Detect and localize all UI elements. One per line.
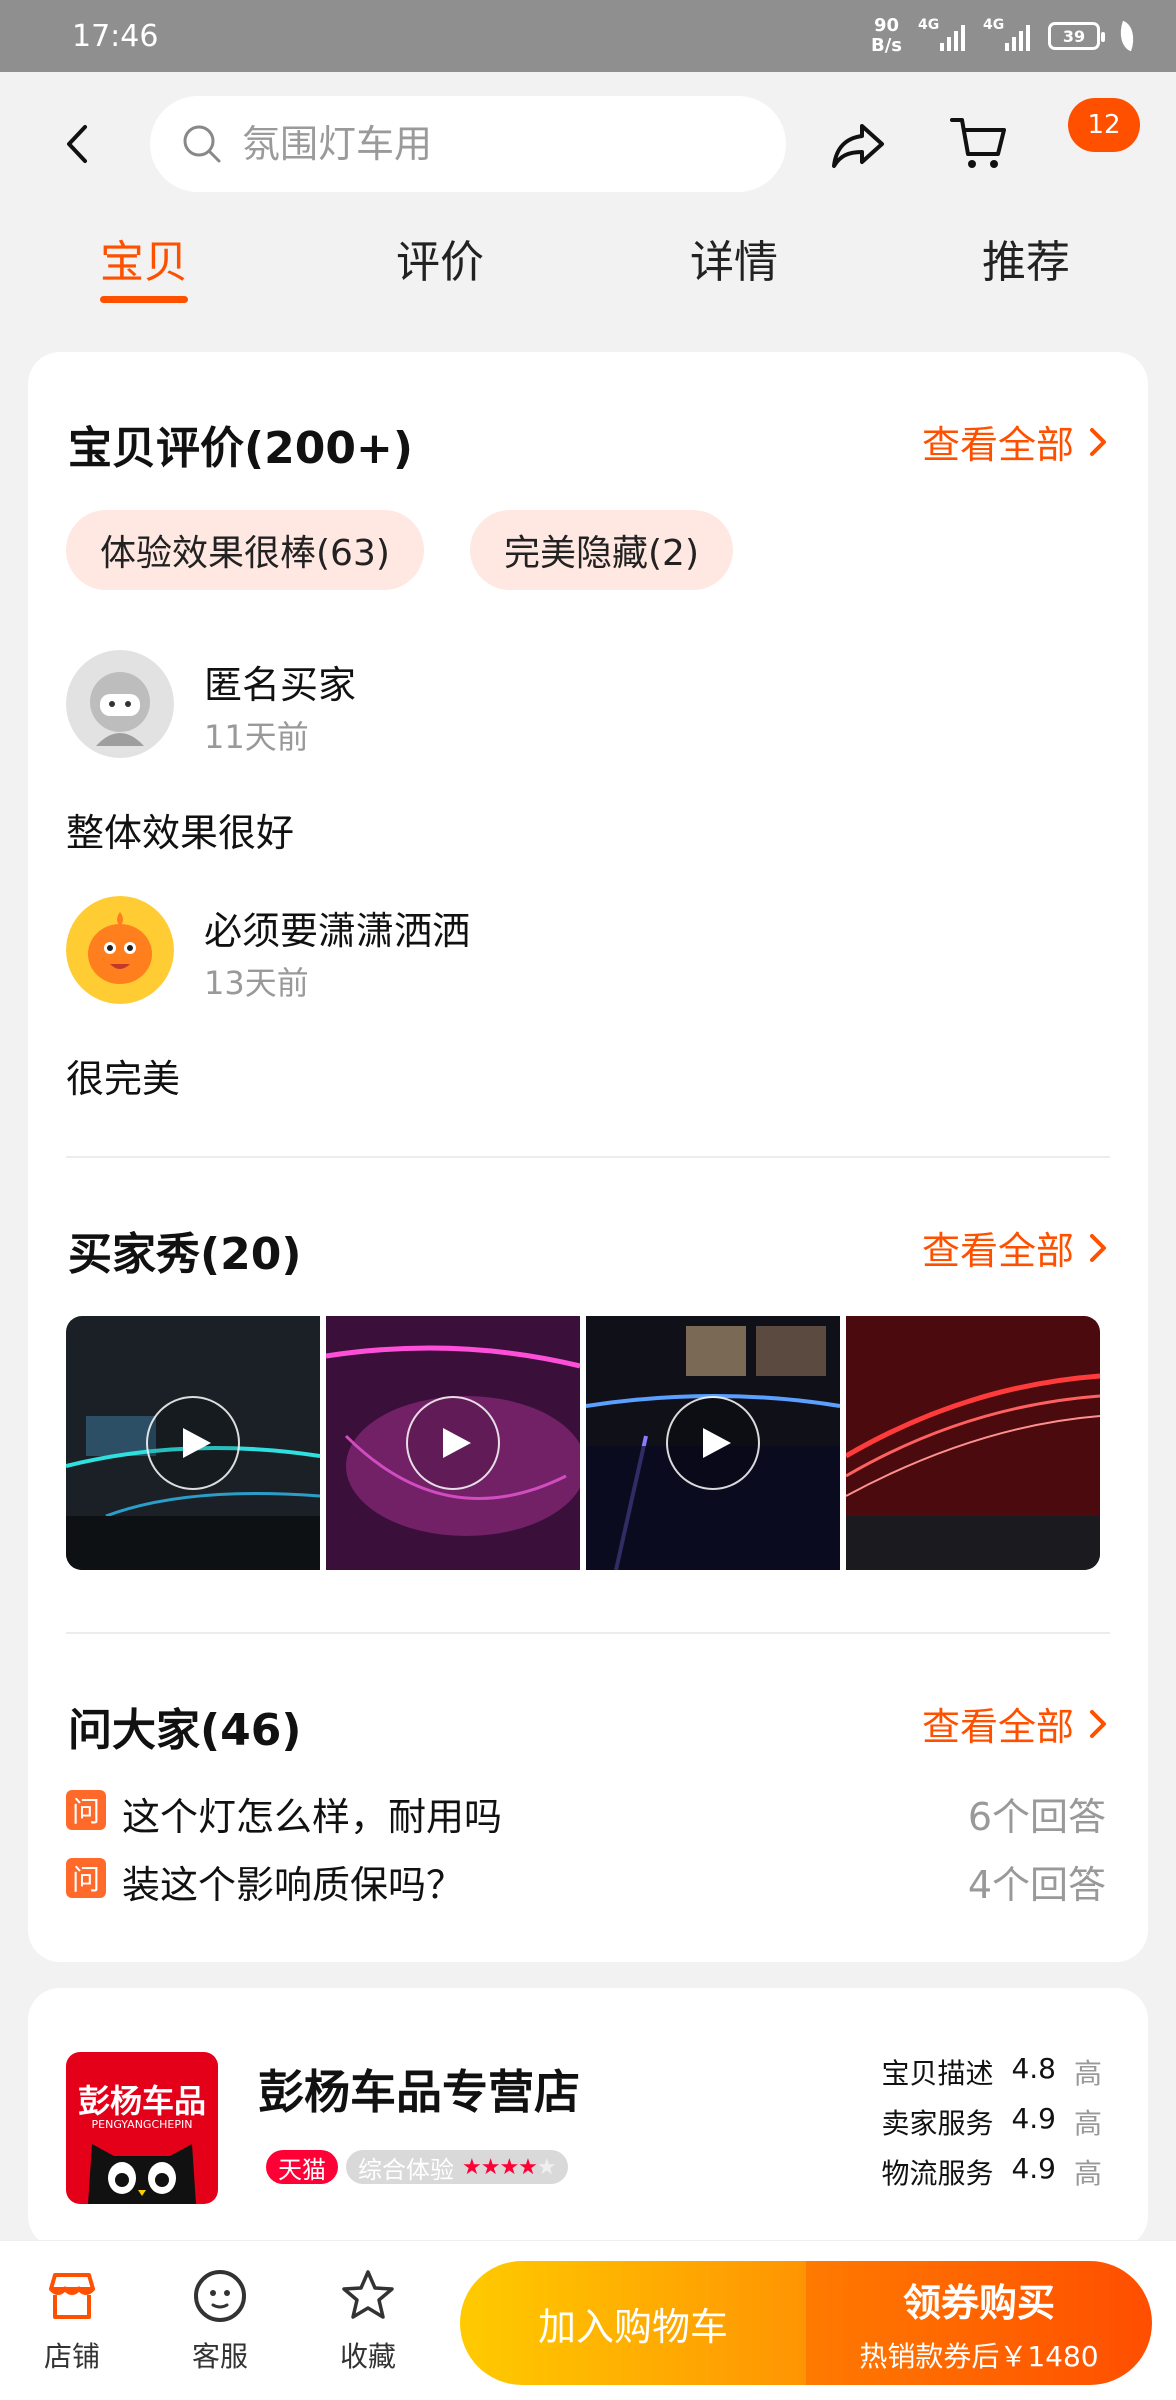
question-icon: 问 <box>66 1790 106 1830</box>
qa-title: 问大家(46) <box>68 1705 302 1756</box>
add-to-cart-button[interactable]: 加入购物车 <box>460 2261 806 2385</box>
reviewer-name: 必须要潇潇洒洒 <box>204 909 471 953</box>
status-icons: 90 B/s 4G 4G 39 <box>870 15 1140 56</box>
play-button[interactable] <box>666 1396 760 1490</box>
status-time: 17:46 <box>72 18 159 54</box>
store-rating: 卖家服务 4.9 高 <box>881 2102 1102 2140</box>
divider <box>66 1632 1110 1634</box>
back-button[interactable] <box>58 114 98 174</box>
chevron-right-icon <box>1090 1709 1106 1738</box>
play-button[interactable] <box>406 1396 500 1490</box>
share-icon <box>832 124 884 168</box>
shop-button[interactable]: 店铺 <box>22 2267 122 2375</box>
signal-icon: 4G <box>983 17 1030 51</box>
net-speed: 90 B/s <box>870 15 902 56</box>
review-text: 很完美 <box>66 1057 181 1101</box>
play-button[interactable] <box>146 1396 240 1490</box>
store-name: 彭杨车品专营店 <box>258 2065 580 2119</box>
experience-badge: 综合体验 ★★★★★ <box>346 2150 568 2184</box>
shop-icon <box>49 2273 95 2319</box>
review-tag[interactable]: 体验效果很棒(63) <box>66 510 424 590</box>
qa-question: 装这个影响质保吗？ <box>122 1863 465 1907</box>
chevron-right-icon <box>1090 1233 1106 1262</box>
qa-see-all-link[interactable]: 查看全部 <box>922 1696 1110 1751</box>
question-icon: 问 <box>66 1858 106 1898</box>
status-bar: 17:46 90 B/s 4G 4G 39 <box>0 0 1176 72</box>
buyer-show-video[interactable] <box>66 1316 320 1570</box>
qa-question: 这个灯怎么样，耐用吗 <box>122 1795 503 1839</box>
play-icon <box>703 1428 731 1458</box>
review-time: 11天前 <box>204 718 309 756</box>
service-face-icon <box>194 2270 246 2322</box>
reviews-title: 宝贝评价(200+) <box>68 423 413 474</box>
buyer-show-video[interactable] <box>586 1316 840 1570</box>
tab-item[interactable]: 宝贝 <box>100 226 188 303</box>
message-button[interactable]: 12 <box>1050 98 1140 168</box>
tab-active-indicator <box>100 296 188 303</box>
cart-icon <box>950 118 1006 168</box>
leaf-icon <box>1114 20 1140 52</box>
store-logo[interactable]: 彭杨车品 PENGYANGCHEPIN <box>66 2052 218 2204</box>
buyer-show-title: 买家秀(20) <box>68 1229 302 1280</box>
store-card[interactable]: 彭杨车品 PENGYANGCHEPIN 彭杨车品专营店 天猫 综合体验 ★★★★… <box>28 1988 1148 2248</box>
review-tag[interactable]: 完美隐藏(2) <box>470 510 733 590</box>
reviews-card: 宝贝评价(200+) 查看全部 体验效果很棒(63) 完美隐藏(2) 匿名买家 … <box>28 352 1148 1962</box>
play-icon <box>443 1428 471 1458</box>
tab-bar: 宝贝 评价 详情 推荐 <box>0 226 1176 316</box>
qa-item[interactable]: 问 这个灯怎么样，耐用吗 6个回答 <box>66 1786 1106 1839</box>
tmall-badge: 天猫 <box>266 2150 338 2184</box>
rating-stars: ★★★★★ <box>462 2154 557 2180</box>
tab-recommend[interactable]: 推荐 <box>982 226 1070 290</box>
chevron-right-icon <box>1090 427 1106 456</box>
star-icon <box>342 2270 394 2319</box>
signal-icon: 4G <box>918 17 965 51</box>
qa-answer-count: 6个回答 <box>967 1795 1106 1839</box>
bottom-action-bar: 店铺 客服 收藏 加入购物车 领券购买 热销款券后￥1480 <box>0 2240 1176 2400</box>
review-text: 整体效果很好 <box>66 811 295 855</box>
avatar <box>66 896 174 1004</box>
battery-icon: 39 <box>1048 22 1105 50</box>
customer-service-button[interactable]: 客服 <box>170 2267 270 2375</box>
search-icon <box>183 125 221 163</box>
chevron-left-icon <box>67 125 87 163</box>
buyer-show-video[interactable] <box>326 1316 580 1570</box>
tab-details[interactable]: 详情 <box>690 226 778 290</box>
cat-logo-icon <box>88 2144 196 2204</box>
reviewer-name: 匿名买家 <box>204 663 357 707</box>
message-badge: 12 <box>1068 98 1140 152</box>
avatar <box>66 650 174 758</box>
review-time: 13天前 <box>204 964 309 1002</box>
divider <box>66 1156 1110 1158</box>
qa-item[interactable]: 问 装这个影响质保吗？ 4个回答 <box>66 1854 1106 1907</box>
cart-button[interactable] <box>948 114 1010 172</box>
review-item[interactable]: 必须要潇潇洒洒 13天前 很完美 <box>66 896 1106 1101</box>
play-icon <box>183 1428 211 1458</box>
buyer-show-see-all-link[interactable]: 查看全部 <box>922 1220 1110 1275</box>
store-rating: 物流服务 4.9 高 <box>881 2152 1102 2190</box>
review-item[interactable]: 匿名买家 11天前 整体效果很好 <box>66 650 1106 855</box>
top-nav: 12 <box>0 72 1176 212</box>
buy-with-coupon-button[interactable]: 领券购买 热销款券后￥1480 <box>806 2261 1152 2385</box>
qa-answer-count: 4个回答 <box>967 1863 1106 1907</box>
tab-reviews[interactable]: 评价 <box>396 226 484 290</box>
share-button[interactable] <box>828 118 888 172</box>
favorite-button[interactable]: 收藏 <box>318 2267 418 2375</box>
buyer-show-image[interactable] <box>846 1316 1100 1570</box>
buyer-show-gallery <box>66 1316 1128 1572</box>
store-rating: 宝贝描述 4.8 高 <box>881 2052 1102 2090</box>
reviews-see-all-link[interactable]: 查看全部 <box>922 414 1110 469</box>
search-box[interactable] <box>150 96 786 192</box>
search-input[interactable] <box>242 122 722 166</box>
